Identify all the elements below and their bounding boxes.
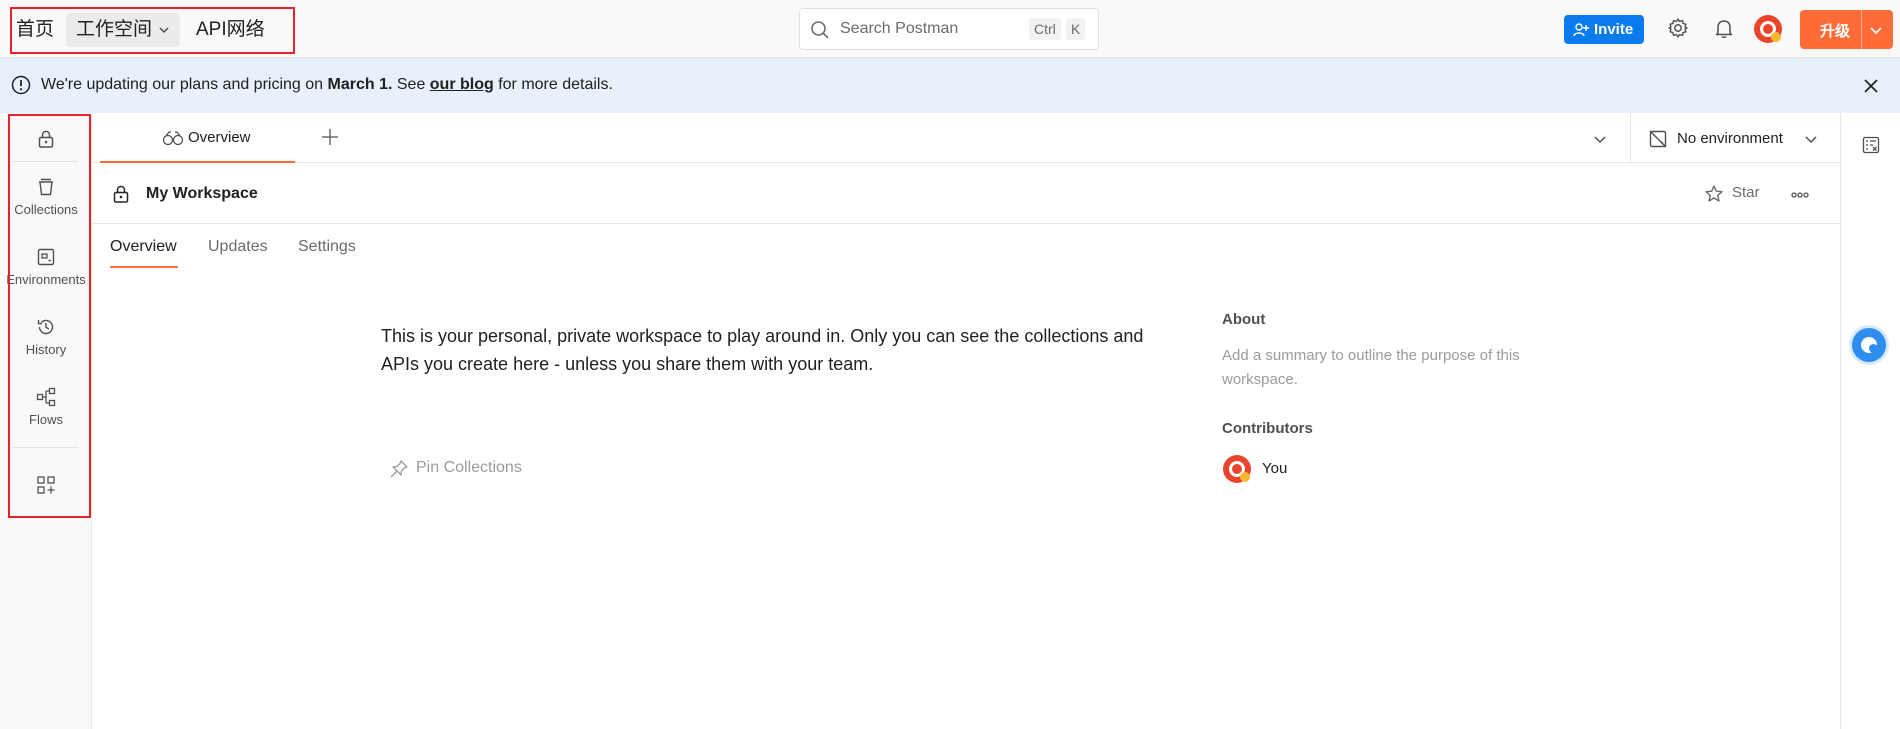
workspace-header: My Workspace Star xyxy=(92,164,1840,224)
add-user-icon xyxy=(1573,22,1589,38)
subtab-active-indicator xyxy=(110,266,178,268)
sidebar-item-workspace-lock[interactable] xyxy=(0,129,92,149)
chevron-down-icon[interactable] xyxy=(1868,22,1884,38)
banner-text-mid: See xyxy=(392,76,430,93)
workspace-description[interactable]: This is your personal, private workspace… xyxy=(381,322,1181,378)
lock-icon xyxy=(0,129,92,149)
upgrade-divider xyxy=(1861,10,1862,49)
search-placeholder: Search Postman xyxy=(840,20,959,37)
sidebar-item-history[interactable]: History xyxy=(0,317,92,357)
pin-icon xyxy=(389,459,409,479)
sidebar-item-label: Environments xyxy=(6,272,86,287)
environment-selector[interactable]: No environment xyxy=(1648,128,1828,150)
sidebar-item-flows[interactable]: Flows xyxy=(0,387,92,427)
chevron-down-icon[interactable] xyxy=(1592,131,1608,147)
sidebar-item-label: History xyxy=(25,342,67,357)
upgrade-label: 升级 xyxy=(1820,23,1851,40)
overview-icon xyxy=(162,130,184,146)
avatar xyxy=(1222,454,1252,484)
banner-blog-link[interactable]: our blog xyxy=(430,76,494,93)
add-apps-icon xyxy=(0,475,92,495)
banner-date: March 1. xyxy=(327,76,393,93)
banner-text-end: for more details. xyxy=(493,76,613,93)
contributors-heading: Contributors xyxy=(1222,420,1313,437)
tab-bar: Overview No environment xyxy=(92,113,1840,163)
environments-icon xyxy=(0,247,92,267)
flows-icon xyxy=(0,387,92,407)
no-environment-icon xyxy=(1648,129,1668,149)
nav-workspace-label: 工作空间 xyxy=(76,19,153,40)
pin-collections-label: Pin Collections xyxy=(416,459,522,476)
chat-assistant-button[interactable] xyxy=(1852,328,1886,362)
search-input[interactable]: Search Postman Ctrl K xyxy=(799,8,1099,50)
sidebar-item-label: Collections xyxy=(14,202,78,217)
search-icon xyxy=(810,20,830,40)
subtab-settings[interactable]: Settings xyxy=(298,238,356,256)
contributor-name: You xyxy=(1262,460,1288,477)
env-divider xyxy=(1630,113,1631,163)
bell-icon[interactable] xyxy=(1713,17,1735,39)
top-bar: 首页 工作空间 API网络 Search Postman Ctrl K Invi… xyxy=(0,0,1900,58)
about-heading: About xyxy=(1222,311,1266,328)
about-summary-placeholder[interactable]: Add a summary to outline the purpose of … xyxy=(1222,344,1582,392)
invite-button[interactable]: Invite xyxy=(1564,15,1644,44)
nav-workspace-dropdown[interactable]: 工作空间 xyxy=(66,13,180,47)
collections-icon xyxy=(0,177,92,197)
nav-api-network-link[interactable]: API网络 xyxy=(196,16,265,44)
sidebar-item-collections[interactable]: Collections xyxy=(0,177,92,217)
chevron-down-icon xyxy=(1803,132,1819,148)
lock-icon xyxy=(112,184,130,204)
page-title: My Workspace xyxy=(146,185,258,202)
star-icon[interactable] xyxy=(1704,184,1724,204)
avatar[interactable] xyxy=(1753,14,1783,44)
shortcut-ctrl-key: Ctrl xyxy=(1029,18,1061,40)
star-button[interactable]: Star xyxy=(1732,184,1760,201)
announcement-banner: We're updating our plans and pricing on … xyxy=(0,58,1900,113)
invite-label: Invite xyxy=(1594,21,1634,38)
banner-text-start: We're updating our plans and pricing on xyxy=(41,76,328,93)
environment-label: No environment xyxy=(1677,130,1783,147)
alert-icon xyxy=(11,75,31,95)
shortcut-k-key: K xyxy=(1066,18,1086,40)
left-sidebar: Collections Environments History Flows xyxy=(0,113,92,729)
subtab-overview[interactable]: Overview xyxy=(110,238,177,256)
close-icon[interactable] xyxy=(1863,78,1879,94)
plus-icon[interactable] xyxy=(320,127,340,147)
sidebar-divider xyxy=(12,447,78,448)
sidebar-item-add-apps[interactable] xyxy=(0,475,92,495)
tab-overview[interactable]: Overview xyxy=(100,113,295,163)
pin-collections-button[interactable]: Pin Collections xyxy=(389,457,589,481)
banner-text: We're updating our plans and pricing on … xyxy=(41,76,613,94)
documentation-icon[interactable] xyxy=(1861,135,1881,155)
history-icon xyxy=(0,317,92,337)
chat-icon-dot xyxy=(1869,344,1878,353)
upgrade-button[interactable]: 升级 xyxy=(1800,10,1893,49)
right-sidebar xyxy=(1840,113,1900,729)
sidebar-divider xyxy=(12,161,78,162)
gear-icon[interactable] xyxy=(1667,17,1689,39)
sidebar-item-label: Flows xyxy=(29,412,63,427)
more-options-icon[interactable] xyxy=(1791,192,1809,198)
subtab-updates[interactable]: Updates xyxy=(208,238,268,256)
nav-home-link[interactable]: 首页 xyxy=(16,16,54,44)
tab-overview-label: Overview xyxy=(188,129,251,146)
sidebar-item-environments[interactable]: Environments xyxy=(0,247,92,287)
chevron-down-icon xyxy=(158,24,170,36)
